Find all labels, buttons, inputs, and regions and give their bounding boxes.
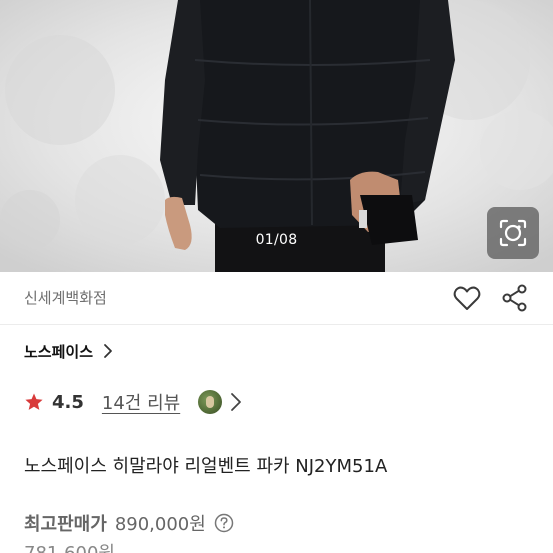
heart-outline-icon — [453, 286, 481, 310]
seller-name[interactable]: 신세계백화점 — [24, 287, 107, 308]
section-divider — [0, 324, 553, 325]
rating-score: 4.5 — [52, 391, 84, 413]
brand-link[interactable]: 노스페이스 — [24, 339, 113, 363]
review-count-link[interactable]: 14건 리뷰 — [102, 389, 180, 415]
help-circle-icon[interactable] — [214, 513, 234, 533]
price-label: 최고판매가 — [24, 514, 107, 535]
chevron-right-icon[interactable] — [230, 392, 242, 412]
camera-lens-icon — [499, 219, 527, 247]
image-search-button[interactable] — [487, 207, 539, 259]
price-row: 최고판매가 890,000원 — [24, 510, 234, 536]
price-value: 890,000원 — [114, 514, 206, 535]
product-title: 노스페이스 히말라야 리얼벤트 파카 NJ2YM51A — [24, 456, 388, 477]
reviewer-avatar[interactable] — [198, 390, 223, 414]
brand-name: 노스페이스 — [24, 342, 94, 361]
chevron-right-icon — [104, 344, 112, 358]
star-icon — [25, 393, 43, 410]
previous-price: 781,600원 — [24, 539, 115, 553]
share-button[interactable] — [500, 283, 530, 313]
wishlist-button[interactable] — [452, 283, 482, 313]
share-icon — [502, 284, 527, 312]
product-image-gallery[interactable]: 01/08 — [0, 0, 553, 272]
image-counter: 01/08 — [255, 232, 298, 248]
rating-row: 4.5 14건 리뷰 — [24, 387, 242, 417]
